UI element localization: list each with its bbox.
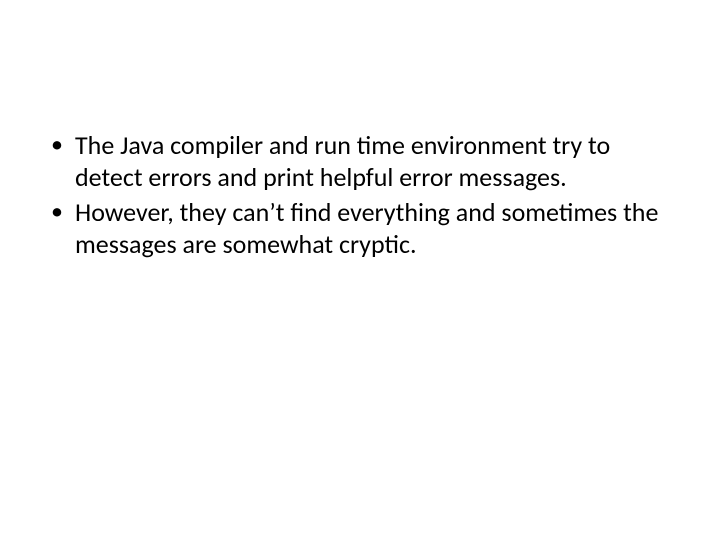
- bullet-item: The Java compiler and run time environme…: [45, 130, 660, 193]
- bullet-item: However, they can’t find everything and …: [45, 197, 660, 260]
- bullet-list: The Java compiler and run time environme…: [45, 130, 660, 261]
- bullet-text: The Java compiler and run time environme…: [75, 129, 610, 193]
- slide-content: The Java compiler and run time environme…: [0, 0, 720, 540]
- bullet-text: However, they can’t find everything and …: [75, 196, 658, 260]
